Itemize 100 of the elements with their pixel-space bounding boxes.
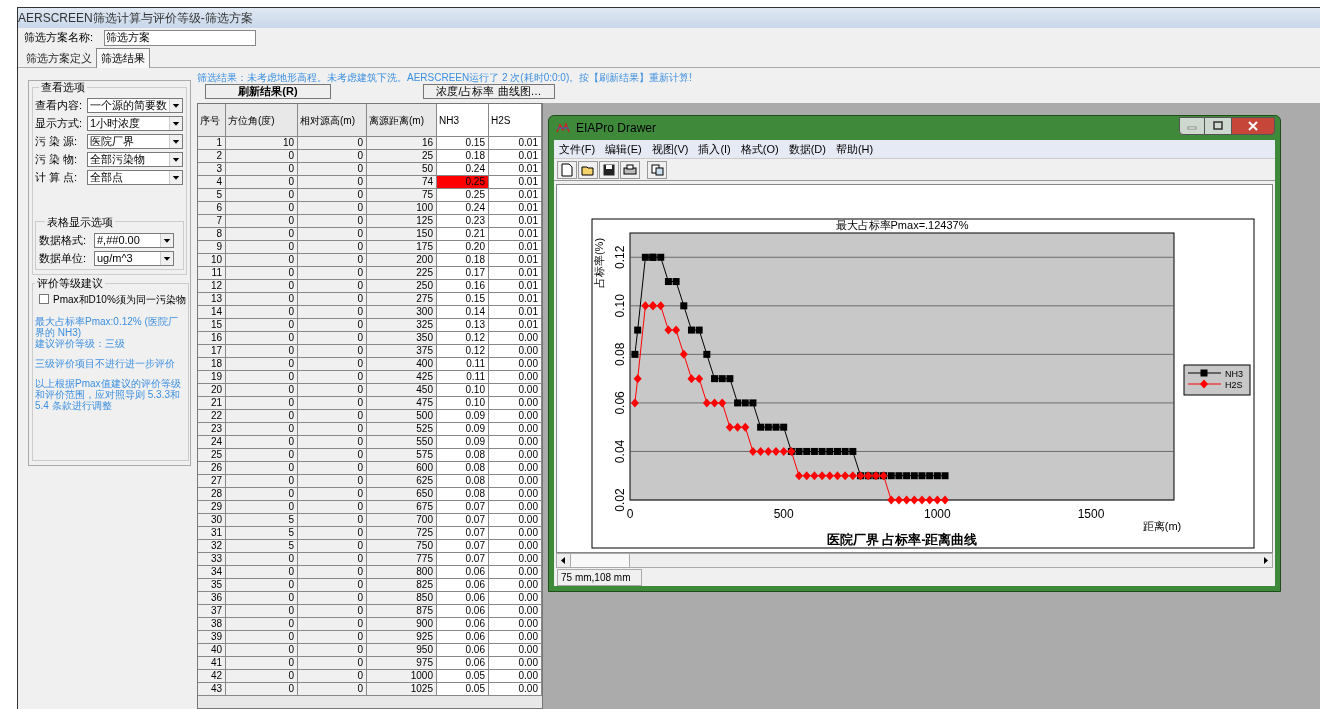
horizontal-scrollbar[interactable] [556,553,1273,568]
point [657,253,665,261]
tab[interactable]: 筛选结果 [96,48,150,68]
dropdown[interactable]: 全部污染物 [87,152,183,167]
table-cell: 5 [226,527,298,540]
minimize-button[interactable] [1179,117,1205,135]
table-cell: 0 [298,150,367,163]
table-cell: 34 [198,566,226,579]
table-cell: 0.08 [437,449,489,462]
table-cell: 0.16 [437,280,489,293]
table-cell: 0 [226,293,298,306]
scheme-name-field[interactable]: 筛选方案 [104,29,256,46]
table-cell: 0 [298,371,367,384]
point [918,472,926,480]
point [741,422,750,432]
point [849,447,857,455]
menu-item[interactable]: 数据(D) [783,140,831,158]
rating-note: 以上根据Pmax值建议的评价等级和评价范围，应对照导则 5.3.3和5.4 条款进行调整 [35,377,182,411]
point [710,398,719,408]
table-cell: 0.20 [437,241,489,254]
table-cell: 0.00 [489,384,542,397]
copy-icon[interactable] [647,160,667,179]
dropdown[interactable]: 医院厂界 [87,134,183,149]
table-cell: 0.00 [489,553,542,566]
tab[interactable]: 筛选方案定义 [22,50,96,67]
point [910,495,919,505]
table-cell: 0 [226,189,298,202]
new-file-icon[interactable] [557,160,577,179]
table-cell: 0 [226,163,298,176]
point [656,301,665,311]
table-cell: 8 [198,228,226,241]
refresh-button[interactable]: 刷新结果(R) [205,84,331,99]
dropdown[interactable]: 1小时浓度 [87,116,183,131]
point [741,399,749,407]
print-icon[interactable] [620,160,640,179]
table-cell: 0.00 [489,410,542,423]
table-cell: 0 [226,670,298,683]
dropdown[interactable]: ug/m^3 [94,250,174,266]
table-cell: 0.06 [437,605,489,618]
menu-item[interactable]: 帮助(H) [830,140,879,158]
maximize-button[interactable] [1205,117,1231,135]
table-cell: 0 [226,644,298,657]
table-cell: 0 [226,475,298,488]
save-icon[interactable] [599,160,619,179]
table-cell: 1 [198,137,226,150]
group-title: 表格显示选项 [46,214,114,230]
table-cell: 27 [198,475,226,488]
point [725,422,734,432]
table-cell: 0 [298,241,367,254]
point [672,278,680,286]
point [764,423,772,431]
menu-item[interactable]: 插入(I) [693,140,736,158]
table-cell: 0 [298,514,367,527]
menu-item[interactable]: 格式(O) [735,140,784,158]
table-cell: 0 [298,436,367,449]
scrollbar-thumb[interactable] [570,554,630,567]
table-cell: 0.06 [437,657,489,670]
point [641,301,650,311]
table-cell: 0.10 [437,384,489,397]
x-axis-label: 距离(m) [1142,520,1182,532]
dropdown[interactable]: 一个源的简要数 [87,98,183,113]
point [718,398,727,408]
dropdown[interactable]: #,##0.00 [94,232,174,248]
table-cell: 24 [198,436,226,449]
menu-item[interactable]: 视图(V) [646,140,694,158]
table-cell: 0 [226,358,298,371]
table-cell: 0.01 [489,267,542,280]
point [833,471,842,481]
checkbox[interactable] [39,294,49,304]
point [631,350,639,358]
dropdown[interactable]: 全部点 [87,170,183,185]
table-cell: 25 [198,449,226,462]
legend-square-marker-icon [1187,369,1222,377]
open-folder-icon[interactable] [578,160,598,179]
table-cell: 0.07 [437,553,489,566]
menu-item[interactable]: 文件(F) [554,140,601,158]
point [941,472,949,480]
table-cell: 0.00 [489,566,542,579]
legend-diamond-marker-icon [1187,379,1222,389]
table-cell: 0 [298,358,367,371]
table-cell: 0 [298,280,367,293]
point [903,472,911,480]
close-button[interactable] [1231,117,1275,135]
point [630,398,639,408]
field-label: 数据单位: [39,250,88,266]
table-cell: 0 [226,241,298,254]
chart-button[interactable]: 浓度/占标率 曲线图… [423,84,555,99]
table-cell: 0.00 [489,501,542,514]
table-cell: 3 [198,163,226,176]
point [634,326,642,334]
table-cell: 0.24 [437,202,489,215]
menu-item[interactable]: 编辑(E) [600,140,647,158]
field-label: 污 染 物: [35,152,79,168]
point [757,423,765,431]
table-cell: 0.01 [489,280,542,293]
table-cell: 0 [298,228,367,241]
table-cell: 0.07 [437,514,489,527]
table-cell: 16 [198,332,226,345]
table-cell: 6 [198,202,226,215]
point [826,447,834,455]
